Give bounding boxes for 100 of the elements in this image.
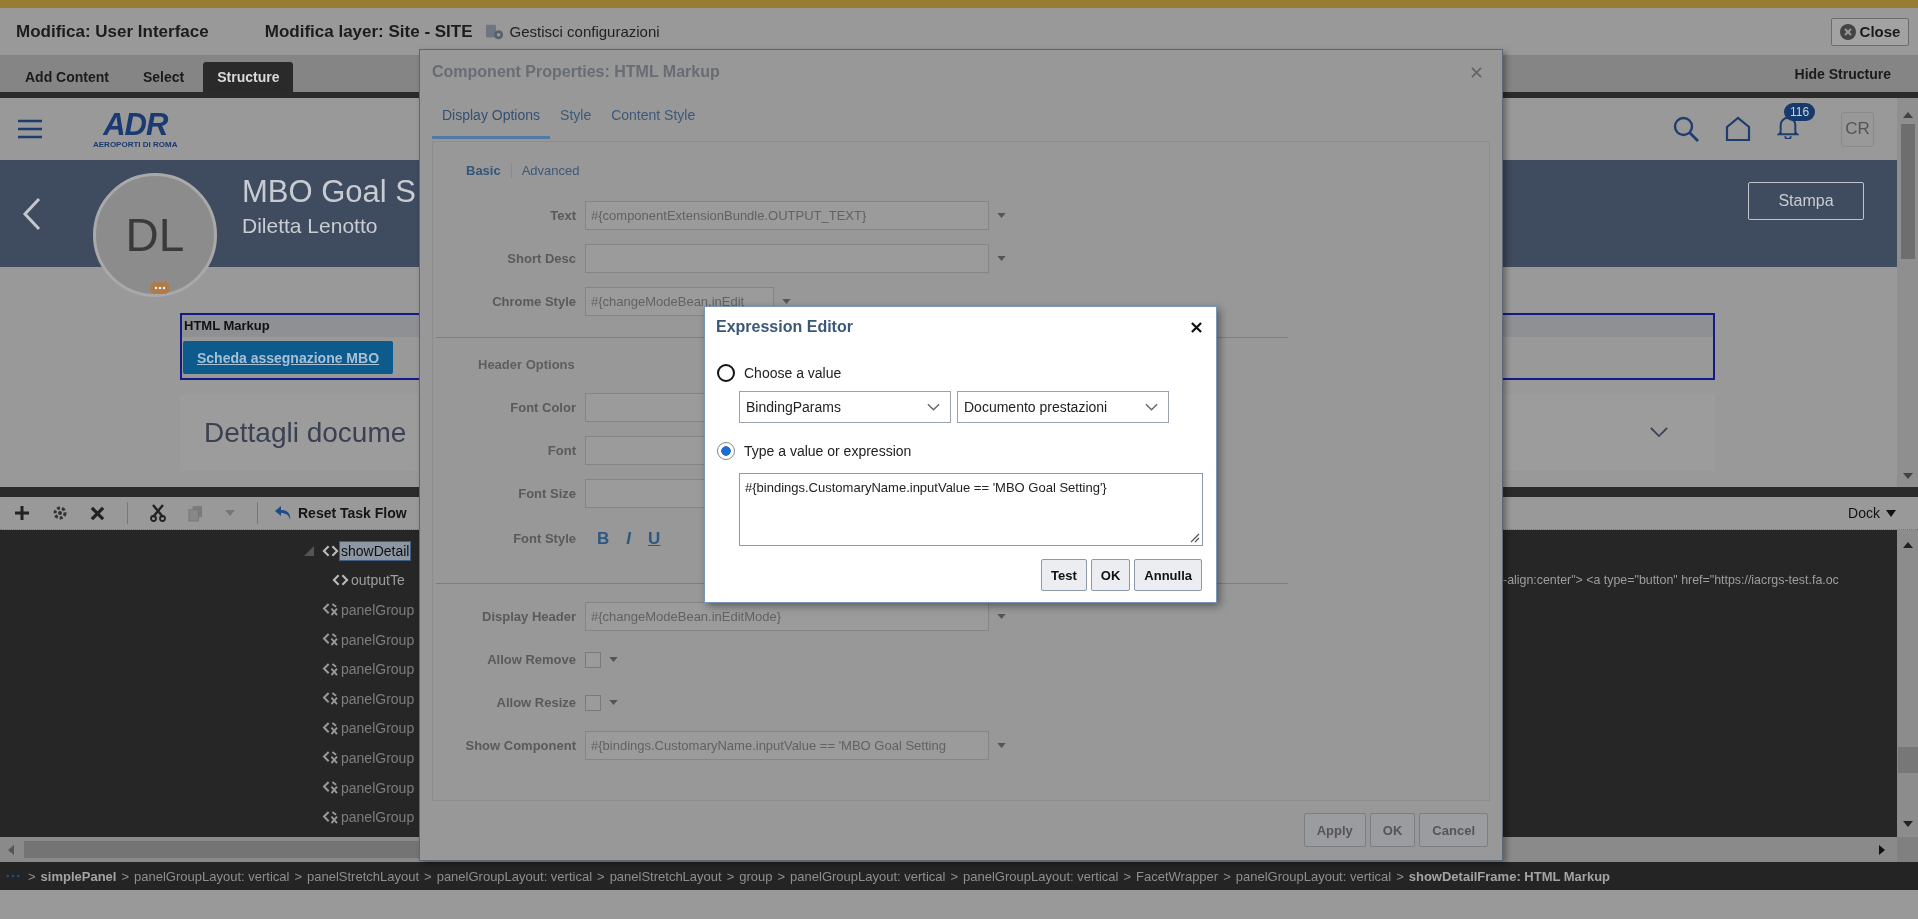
- scroll-right-icon[interactable]: [1879, 844, 1885, 855]
- caret-icon[interactable]: [225, 510, 235, 516]
- reset-task-flow-button[interactable]: Reset Task Flow: [274, 505, 407, 521]
- radio-button[interactable]: [717, 442, 735, 460]
- user-avatar[interactable]: CR: [1841, 111, 1874, 147]
- dropdown[interactable]: Documento prestazioni: [957, 391, 1169, 423]
- breadcrumb-item[interactable]: panelGroupLayout: vertical: [1235, 868, 1392, 884]
- caret-icon[interactable]: [997, 743, 1006, 748]
- delete-icon[interactable]: [90, 505, 105, 521]
- tree-item[interactable]: outputTe: [350, 571, 406, 590]
- section-heading: Header Options: [478, 357, 575, 372]
- close-button[interactable]: Close: [1831, 17, 1909, 46]
- breadcrumb-item[interactable]: panelGroupLayout: vertical: [963, 868, 1119, 884]
- layer-label: Modifica layer: Site - SITE: [264, 21, 473, 42]
- hide-structure-button[interactable]: Hide Structure: [1794, 65, 1891, 82]
- resize-grip-icon[interactable]: [1190, 533, 1200, 543]
- option-label[interactable]: Choose a value: [744, 365, 842, 381]
- caret-icon[interactable]: [997, 614, 1006, 619]
- vertical-scrollbar[interactable]: [1897, 530, 1918, 837]
- tree-item[interactable]: panelGroup: [340, 719, 416, 738]
- home-icon[interactable]: [1725, 116, 1751, 142]
- dialog-button[interactable]: Annulla: [1134, 559, 1202, 591]
- notification-badge: 116: [1784, 103, 1816, 121]
- breadcrumb-item[interactable]: simplePanel: [40, 868, 117, 884]
- font-style-button[interactable]: I: [626, 528, 631, 549]
- sub-tab[interactable]: Basic: [456, 162, 512, 178]
- dialog-button[interactable]: OK: [1369, 813, 1416, 847]
- composer-tab[interactable]: Structure: [203, 62, 294, 92]
- field-label: Font: [546, 443, 576, 458]
- radio-button[interactable]: [717, 364, 735, 382]
- scissors-icon[interactable]: [150, 504, 166, 522]
- caret-icon[interactable]: [609, 700, 618, 705]
- tree-item[interactable]: panelGroup: [340, 748, 416, 767]
- field-label: Display Header: [481, 609, 576, 624]
- dialog-button[interactable]: Cancel: [1419, 813, 1488, 847]
- dialog-button[interactable]: OK: [1090, 559, 1131, 591]
- scroll-thumb[interactable]: [1897, 747, 1918, 773]
- field-label: Short Desc: [506, 251, 576, 266]
- dialog-button[interactable]: Apply: [1303, 813, 1366, 847]
- option-label[interactable]: Type a value or expression: [744, 443, 912, 459]
- breadcrumb-item[interactable]: group: [739, 868, 773, 884]
- breadcrumb-item[interactable]: panelStretchLayout: [609, 868, 722, 884]
- scroll-down-icon[interactable]: [1902, 473, 1913, 479]
- more-icon[interactable]: [6, 874, 20, 878]
- tree-item[interactable]: panelGroup: [340, 808, 416, 827]
- bell-icon[interactable]: [1777, 115, 1799, 139]
- sub-tab[interactable]: Advanced: [511, 162, 590, 178]
- composer-tab[interactable]: Add Content: [10, 62, 124, 92]
- caret-icon[interactable]: [997, 256, 1006, 261]
- tree-item[interactable]: panelGroup: [340, 630, 416, 649]
- caret-icon[interactable]: [997, 213, 1006, 218]
- caret-icon[interactable]: [609, 657, 618, 662]
- scroll-thumb[interactable]: [1900, 124, 1915, 259]
- vertical-scrollbar[interactable]: [1897, 98, 1918, 487]
- tree-item[interactable]: panelGroup: [340, 660, 416, 679]
- add-icon[interactable]: [14, 505, 30, 521]
- scroll-up-icon[interactable]: [1902, 112, 1913, 118]
- dialog-tab[interactable]: Content Style: [601, 94, 706, 139]
- scroll-up-icon[interactable]: [1902, 542, 1913, 548]
- breadcrumb-item[interactable]: panelGroupLayout: vertical: [134, 868, 290, 884]
- dialog-tab[interactable]: Style: [550, 94, 602, 139]
- font-style-button[interactable]: B: [597, 528, 610, 549]
- checkbox[interactable]: [585, 694, 601, 711]
- breadcrumb-separator: >: [121, 868, 130, 884]
- gear-icon[interactable]: [52, 505, 68, 521]
- chevron-down-icon: [1145, 403, 1158, 411]
- tree-item[interactable]: panelGroup: [340, 689, 416, 708]
- breadcrumb-item[interactable]: panelGroupLayout: vertical: [790, 868, 946, 884]
- breadcrumb-item[interactable]: panelStretchLayout: [307, 868, 420, 884]
- search-icon[interactable]: [1673, 116, 1699, 142]
- tree-item[interactable]: showDetail: [340, 541, 411, 560]
- tree-item[interactable]: panelGroup: [340, 778, 416, 797]
- dropdown[interactable]: BindingParams: [739, 391, 951, 423]
- composer-tab[interactable]: Select: [128, 62, 200, 92]
- settings-icon[interactable]: [484, 22, 505, 41]
- scroll-down-icon[interactable]: [1902, 821, 1913, 827]
- copy-icon[interactable]: [188, 504, 203, 522]
- print-button[interactable]: Stampa: [1748, 182, 1864, 220]
- breadcrumb-item[interactable]: showDetailFrame: HTML Markup: [1408, 868, 1611, 884]
- scroll-left-icon[interactable]: [8, 844, 14, 855]
- breadcrumb-item[interactable]: FacetWrapper: [1136, 868, 1219, 884]
- chevron-down-icon[interactable]: [1650, 427, 1668, 438]
- assignment-button[interactable]: Scheda assegnazione MBO: [183, 341, 393, 374]
- font-style-button[interactable]: U: [648, 528, 661, 549]
- checkbox[interactable]: [585, 651, 601, 668]
- logo: ADR AEROPORTI DI ROMA: [93, 109, 178, 149]
- expand-icon[interactable]: [304, 545, 314, 556]
- dock-menu[interactable]: Dock: [1848, 505, 1896, 521]
- caret-icon[interactable]: [782, 299, 791, 304]
- tree-item[interactable]: panelGroup: [340, 601, 416, 619]
- dialog-button[interactable]: Test: [1041, 559, 1087, 591]
- close-icon[interactable]: [1191, 321, 1202, 333]
- manage-configurations-link[interactable]: Gestisci configurazioni: [509, 23, 660, 40]
- expression-field[interactable]: #{bindings.CustomaryName.inputValue == 'MBO Goal Setting'}: [739, 473, 1203, 546]
- menu-icon[interactable]: [17, 119, 43, 139]
- back-icon[interactable]: [22, 197, 42, 231]
- breadcrumb-item[interactable]: panelGroupLayout: vertical: [436, 868, 593, 884]
- tag-icon: [322, 544, 339, 557]
- field-label: Font Size: [517, 486, 576, 501]
- dialog-tab[interactable]: Display Options: [432, 94, 551, 139]
